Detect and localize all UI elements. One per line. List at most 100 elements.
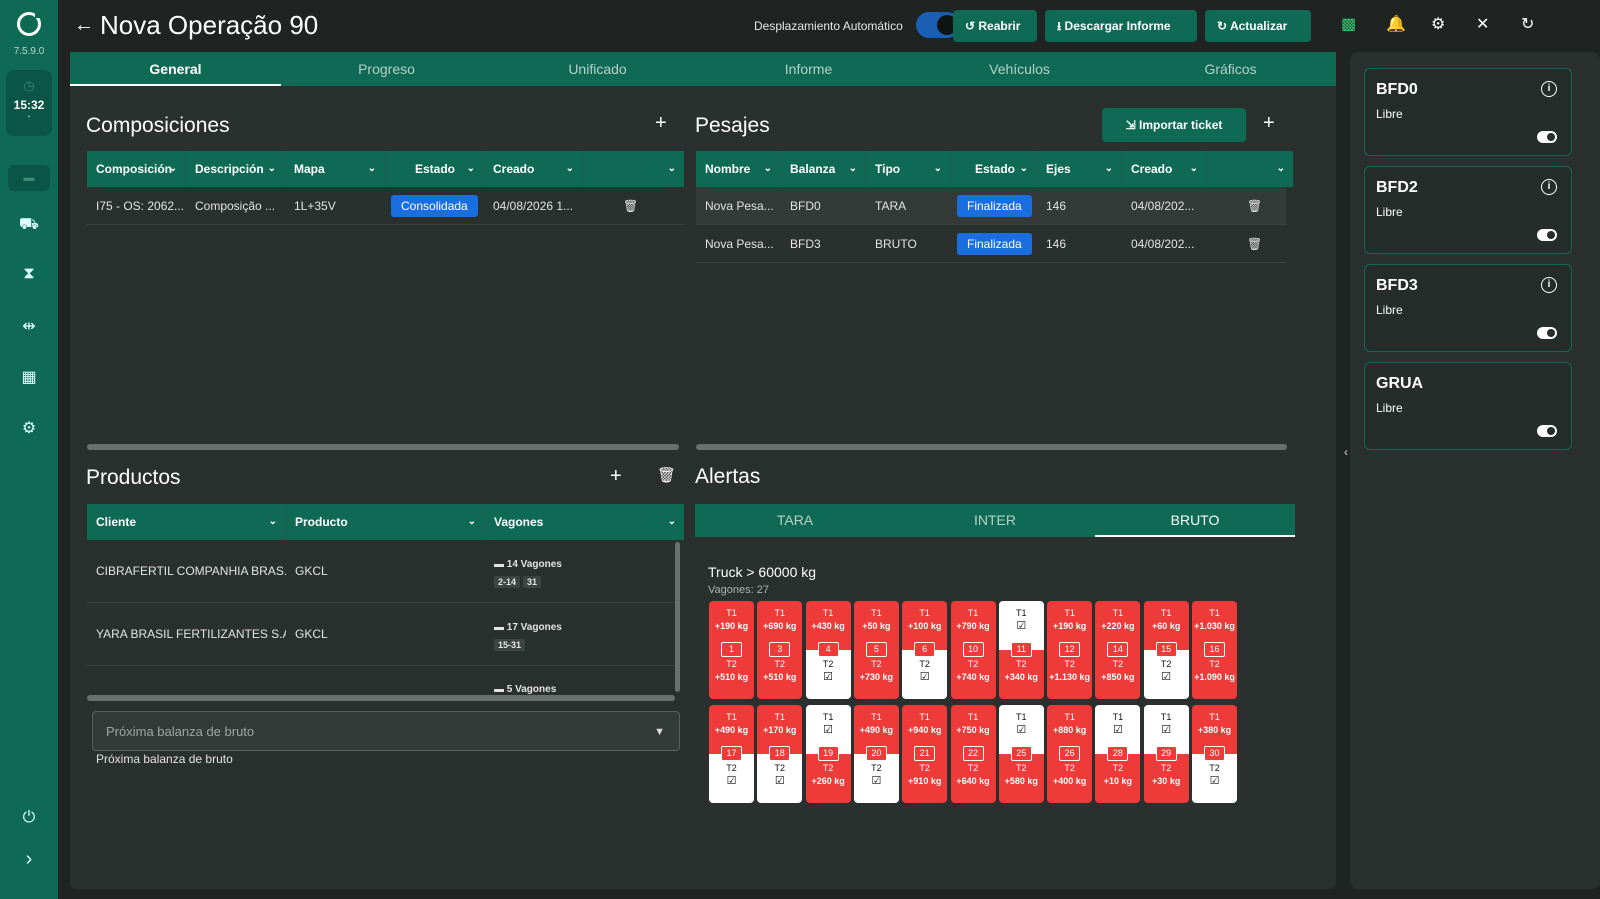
trash-icon[interactable]: 🗑 <box>1207 225 1286 262</box>
scale-card-bfd2[interactable]: BFD2 Libre i <box>1364 166 1572 254</box>
col-descripcion[interactable]: Descripción ⌄ <box>186 151 285 187</box>
nav-weighing-icon[interactable]: ⇹ <box>0 316 58 336</box>
tab-graficos[interactable]: Gráficos <box>1125 52 1336 86</box>
wagon-diff: +10 kg <box>1103 776 1133 786</box>
info-icon[interactable]: i <box>1541 277 1557 293</box>
productos-vscrollbar[interactable] <box>675 542 680 692</box>
nav-scale-icon[interactable]: ⧗ <box>0 265 58 283</box>
wagon-alert-6[interactable]: T1 +100 kg T2 ☑ 6 <box>902 601 948 699</box>
scale-toggle[interactable] <box>1537 229 1557 241</box>
info-icon[interactable]: i <box>1541 81 1557 97</box>
productos-scrollbar[interactable] <box>87 695 675 701</box>
download-report-button[interactable]: ⭳ Descargar Informe <box>1045 10 1197 42</box>
wagon-alert-16[interactable]: T1 +1.030 kg T2 +1.090 kg 16 <box>1192 601 1237 699</box>
wagon-alert-29[interactable]: T1 ☑ T2 +30 kg 29 <box>1143 705 1189 803</box>
wagon-alert-3[interactable]: T1 +690 kg T2 +510 kg 3 <box>757 601 803 699</box>
wagon-alert-5[interactable]: T1 +50 kg T2 +730 kg 5 <box>853 601 899 699</box>
wagon-alert-22[interactable]: T1 +750 kg T2 +640 kg 22 <box>950 705 996 803</box>
wagon-alert-25[interactable]: T1 ☑ T2 +580 kg 25 <box>998 705 1044 803</box>
main-panel: General Progreso Unificado Informe Vehíc… <box>70 52 1336 889</box>
col-nombre[interactable]: Nombre ⌄ <box>696 151 781 187</box>
wagon-alert-20[interactable]: T1 +490 kg T2 ☑ 20 <box>853 705 899 803</box>
tab-progreso[interactable]: Progreso <box>281 52 492 86</box>
wagon-alert-4[interactable]: T1 +430 kg T2 ☑ 4 <box>805 601 851 699</box>
col-mapa[interactable]: Mapa ⌄ <box>285 151 385 187</box>
table-row[interactable]: Nova Pesa... BFD0 TARA Finalizada 146 04… <box>696 187 1286 225</box>
scale-toggle[interactable] <box>1537 327 1557 339</box>
expand-rail-icon[interactable]: › <box>0 848 58 871</box>
wagon-alert-28[interactable]: T1 ☑ T2 +10 kg 28 <box>1095 705 1141 803</box>
nav-train-icon[interactable]: ⛟ <box>0 215 58 235</box>
wagon-alert-1[interactable]: T1 +190 kg T2 +510 kg 1 <box>709 601 754 699</box>
trash-icon[interactable]: 🗑 <box>1207 187 1286 224</box>
add-producto-button[interactable]: + <box>610 465 622 488</box>
close-icon[interactable]: ✕ <box>1476 14 1489 34</box>
table-row[interactable]: CIBRAFERTIL COMPANHIA BRAS... GKCL ▬ 14 … <box>87 540 675 603</box>
tab-bruto[interactable]: BRUTO <box>1095 504 1295 537</box>
wagon-alert-30[interactable]: T1 +380 kg T2 ☑ 30 <box>1192 705 1237 803</box>
back-arrow-icon[interactable]: ← <box>74 14 94 37</box>
collapse-side-icon[interactable]: ‹ <box>1344 445 1348 459</box>
tab-unificado[interactable]: Unificado <box>492 52 703 86</box>
tab-vehiculos[interactable]: Vehículos <box>914 52 1125 86</box>
col-tipo[interactable]: Tipo ⌄ <box>866 151 951 187</box>
wagon-number: 18 <box>769 746 791 761</box>
power-icon[interactable]: ⏻ <box>0 809 58 827</box>
wagon-alert-11[interactable]: T1 ☑ T2 +340 kg 11 <box>998 601 1044 699</box>
next-gross-scale-select[interactable]: Próxima balanza de bruto ▼ <box>92 711 680 751</box>
col-composicion[interactable]: Composición ⌄ <box>87 151 186 187</box>
add-pesaje-button[interactable]: + <box>1263 112 1275 135</box>
scale-card-bfd0[interactable]: BFD0 Libre i <box>1364 68 1572 156</box>
tab-informe[interactable]: Informe <box>703 52 914 86</box>
wagon-alert-17[interactable]: T1 +490 kg T2 ☑ 17 <box>709 705 754 803</box>
tab-general[interactable]: General <box>70 52 281 86</box>
wagon-number: 10 <box>962 642 984 657</box>
add-composicion-button[interactable]: + <box>655 112 667 135</box>
col-actions[interactable]: ⌄ <box>1207 151 1293 187</box>
wagon-alert-15[interactable]: T1 +60 kg T2 ☑ 15 <box>1143 601 1189 699</box>
col-cliente[interactable]: Cliente ⌄ <box>87 504 286 540</box>
col-estado[interactable]: Estado ⌄ <box>385 151 484 187</box>
tab-tara[interactable]: TARA <box>695 504 895 537</box>
scale-toggle[interactable] <box>1537 131 1557 143</box>
col-ejes[interactable]: Ejes ⌄ <box>1037 151 1122 187</box>
reopen-button[interactable]: ↺ Reabrir <box>953 10 1037 42</box>
col-creado[interactable]: Creado ⌄ <box>484 151 583 187</box>
trash-icon[interactable]: 🗑 <box>583 187 684 224</box>
gear-icon[interactable]: ⚙ <box>1431 14 1445 34</box>
nav-dashboard-icon[interactable]: ▦ <box>0 367 58 387</box>
col-vagones[interactable]: Vagones ⌄ <box>485 504 684 540</box>
delete-productos-icon[interactable]: 🗑 <box>657 466 676 484</box>
scale-card-grua[interactable]: GRUA Libre <box>1364 362 1572 450</box>
wagon-number: 21 <box>914 746 936 761</box>
table-row[interactable]: ▬ 5 Vagones <box>87 666 675 694</box>
scale-toggle[interactable] <box>1537 425 1557 437</box>
pesajes-scrollbar[interactable] <box>696 444 1287 450</box>
nav-settings-icon[interactable]: ⚙ <box>0 418 58 438</box>
table-row[interactable]: I75 - OS: 2062... Composição ... 1L+35V … <box>87 187 684 225</box>
wagon-alert-18[interactable]: T1 +170 kg T2 ☑ 18 <box>757 705 803 803</box>
col-creado[interactable]: Creado ⌄ <box>1122 151 1207 187</box>
chart-icon[interactable]: ▩ <box>1341 14 1356 34</box>
col-balanza[interactable]: Balanza ⌄ <box>781 151 866 187</box>
import-ticket-button[interactable]: ⇲ Importar ticket <box>1102 108 1246 142</box>
bell-icon[interactable]: 🔔 <box>1386 14 1406 34</box>
wagon-alert-14[interactable]: T1 +220 kg T2 +850 kg 14 <box>1095 601 1141 699</box>
composiciones-scrollbar[interactable] <box>87 444 679 450</box>
col-actions[interactable]: ⌄ <box>583 151 684 187</box>
col-producto[interactable]: Producto ⌄ <box>286 504 485 540</box>
tab-inter[interactable]: INTER <box>895 504 1095 537</box>
info-icon[interactable]: i <box>1541 179 1557 195</box>
reload-icon[interactable]: ↻ <box>1521 14 1534 34</box>
wagon-alert-19[interactable]: T1 ☑ T2 +260 kg 19 <box>805 705 851 803</box>
col-estado[interactable]: Estado ⌄ <box>951 151 1037 187</box>
wagon-alert-10[interactable]: T1 +790 kg T2 +740 kg 10 <box>950 601 996 699</box>
table-row[interactable]: YARA BRASIL FERTILIZANTES S.A. GKCL ▬ 17… <box>87 603 675 666</box>
wagon-alert-26[interactable]: T1 +880 kg T2 +400 kg 26 <box>1047 705 1093 803</box>
nav-monitor-icon[interactable]: ▬ <box>8 165 50 191</box>
table-row[interactable]: Nova Pesa... BFD3 BRUTO Finalizada 146 0… <box>696 225 1286 263</box>
update-button[interactable]: ↻ Actualizar <box>1205 10 1311 42</box>
wagon-alert-12[interactable]: T1 +190 kg T2 +1.130 kg 12 <box>1047 601 1093 699</box>
scale-card-bfd3[interactable]: BFD3 Libre i <box>1364 264 1572 352</box>
wagon-alert-21[interactable]: T1 +940 kg T2 +910 kg 21 <box>902 705 948 803</box>
